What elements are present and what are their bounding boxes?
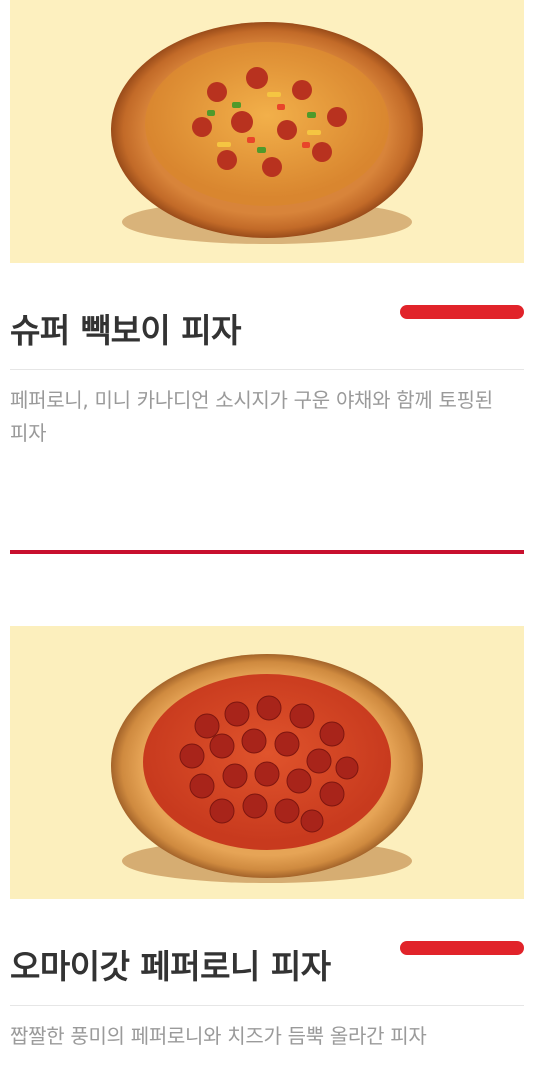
pizza-title[interactable]: 오마이갓 페퍼로니 피자 <box>10 945 331 989</box>
pizza-icon <box>111 22 423 244</box>
title-row: 오마이갓 페퍼로니 피자 <box>10 899 524 1005</box>
divider <box>10 369 524 370</box>
pizza-image[interactable] <box>10 626 524 899</box>
pizza-image[interactable] <box>10 0 524 263</box>
pizza-icon <box>111 654 423 883</box>
accent-bar <box>400 941 524 955</box>
title-row: 슈퍼 빽보이 피자 <box>10 263 524 369</box>
pizza-description: 짭짤한 풍미의 페퍼로니와 치즈가 듬뿍 올라간 피자 <box>10 1024 427 1048</box>
menu-list: 슈퍼 빽보이 피자 페퍼로니, 미니 카나디언 소시지가 구운 야채와 함께 토… <box>0 0 536 1077</box>
menu-item[interactable]: 오마이갓 페퍼로니 피자 짭짤한 풍미의 페퍼로니와 치즈가 듬뿍 올라간 피자 <box>10 626 524 1053</box>
divider <box>10 1005 524 1006</box>
pizza-description: 페퍼로니, 미니 카나디언 소시지가 구운 야채와 함께 토핑된 피자 <box>10 388 493 445</box>
menu-item[interactable]: 슈퍼 빽보이 피자 페퍼로니, 미니 카나디언 소시지가 구운 야채와 함께 토… <box>10 0 524 450</box>
section-separator <box>10 550 524 554</box>
pizza-title[interactable]: 슈퍼 빽보이 피자 <box>10 309 242 353</box>
accent-bar <box>400 305 524 319</box>
